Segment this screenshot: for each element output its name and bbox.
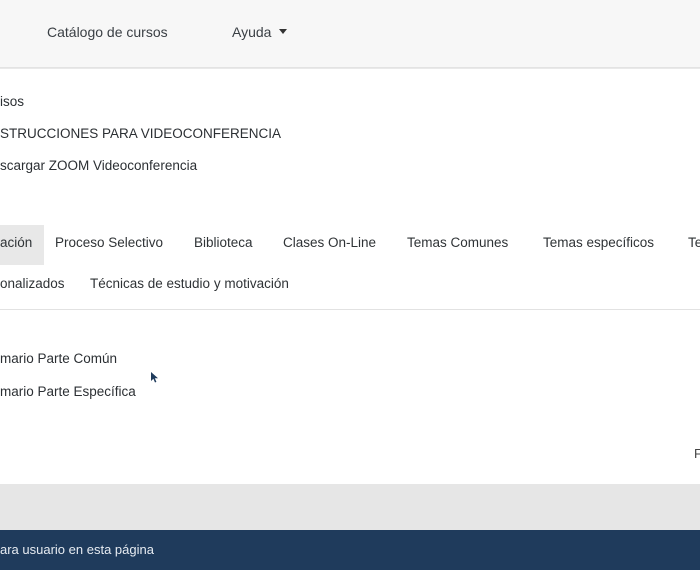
footer-text: ara usuario en esta página [0, 542, 154, 557]
tab-tecnicas-estudio[interactable]: Técnicas de estudio y motivación [90, 266, 289, 301]
main-content: isos STRUCCIONES PARA VIDEOCONFERENCIA s… [0, 69, 700, 484]
content-item-temario-comun[interactable]: mario Parte Común [0, 351, 117, 366]
tab-temas-comunes[interactable]: Temas Comunes [407, 225, 508, 260]
tab-personalizados[interactable]: onalizados [0, 266, 65, 301]
link-descargar-zoom[interactable]: scargar ZOOM Videoconferencia [0, 158, 197, 173]
section-tabs: ación Proceso Selectivo Biblioteca Clase… [0, 225, 700, 310]
mouse-pointer-icon [151, 372, 158, 383]
tab-truncated[interactable]: Te [688, 225, 700, 260]
caret-down-icon [279, 28, 288, 34]
help-label: Ayuda [232, 24, 272, 40]
top-navigation-bar: Catálogo de cursos Ayuda [0, 0, 700, 68]
tab-proceso-selectivo[interactable]: Proceso Selectivo [55, 225, 163, 260]
tab-temas-especificos[interactable]: Temas específicos [543, 225, 654, 260]
page-gap-band [0, 484, 700, 530]
tab-active[interactable]: ación [0, 225, 45, 265]
content-item-temario-especifica[interactable]: mario Parte Específica [0, 384, 136, 399]
link-instrucciones-videoconferencia[interactable]: STRUCCIONES PARA VIDEOCONFERENCIA [0, 126, 281, 141]
tabs-divider [0, 309, 700, 310]
link-avisos[interactable]: isos [0, 94, 24, 109]
help-menu[interactable]: Ayuda [232, 24, 288, 40]
page-edge-text: F [694, 446, 700, 461]
course-catalog-link[interactable]: Catálogo de cursos [47, 24, 168, 40]
tab-clases-online[interactable]: Clases On-Line [283, 225, 376, 260]
page-footer: ara usuario en esta página [0, 530, 700, 570]
tab-biblioteca[interactable]: Biblioteca [194, 225, 253, 260]
